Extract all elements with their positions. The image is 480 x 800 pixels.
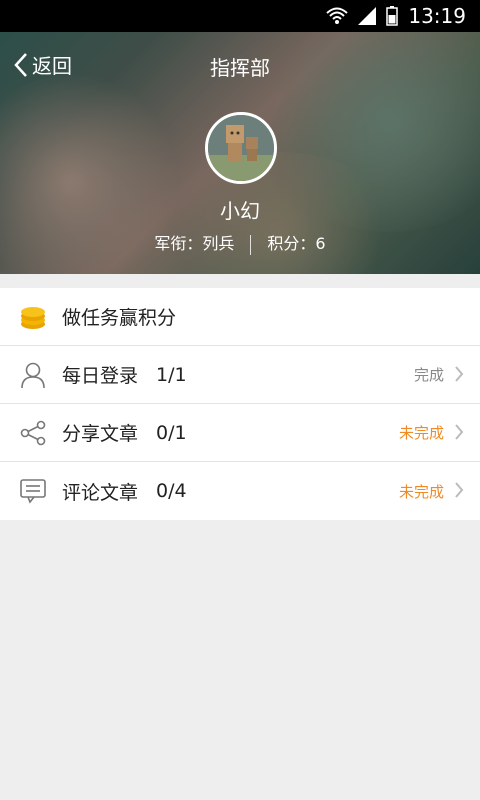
- signal-icon: [358, 7, 377, 25]
- section-title: 做任务赢积分: [62, 307, 177, 329]
- status-time: 13:19: [408, 4, 466, 28]
- chevron-right-icon: [455, 482, 464, 498]
- battery-icon: [386, 6, 399, 26]
- comment-icon: [16, 474, 50, 508]
- user-name: 小幻: [220, 199, 260, 223]
- task-count: 0/4: [156, 480, 187, 502]
- title-bar: 返回 指挥部: [0, 32, 480, 98]
- chevron-right-icon: [455, 424, 464, 440]
- user-meta: 军衔：列兵 积分：6: [0, 230, 480, 255]
- share-icon: [16, 416, 50, 450]
- task-count: 1/1: [156, 363, 187, 386]
- rank-label: 军衔：列兵: [154, 234, 235, 253]
- task-status: 未完成: [398, 424, 444, 442]
- chevron-right-icon: [455, 366, 464, 382]
- wifi-icon: [326, 6, 349, 26]
- points-label: 积分：6: [267, 234, 326, 253]
- task-label: 每日登录: [62, 365, 139, 387]
- task-status: 完成: [413, 366, 444, 384]
- task-count: 0/1: [156, 421, 187, 444]
- avatar[interactable]: [205, 112, 277, 184]
- coins-icon: [16, 300, 50, 334]
- person-icon: [16, 358, 50, 392]
- task-row-daily-login[interactable]: 每日登录 1/1 完成: [0, 346, 480, 404]
- task-list: 做任务赢积分 每日登录 1/1 完成 分享文章 0/1 未完成 评论文章 0/4…: [0, 288, 480, 520]
- page-title: 指挥部: [210, 56, 270, 80]
- task-status: 未完成: [398, 482, 444, 501]
- status-bar: 13:19: [0, 0, 480, 32]
- task-label: 评论文章: [62, 481, 139, 504]
- task-label: 分享文章: [62, 423, 139, 445]
- task-section-header: 做任务赢积分: [0, 288, 480, 346]
- task-row-share-article[interactable]: 分享文章 0/1 未完成: [0, 404, 480, 462]
- task-row-comment-article[interactable]: 评论文章 0/4 未完成: [0, 462, 480, 520]
